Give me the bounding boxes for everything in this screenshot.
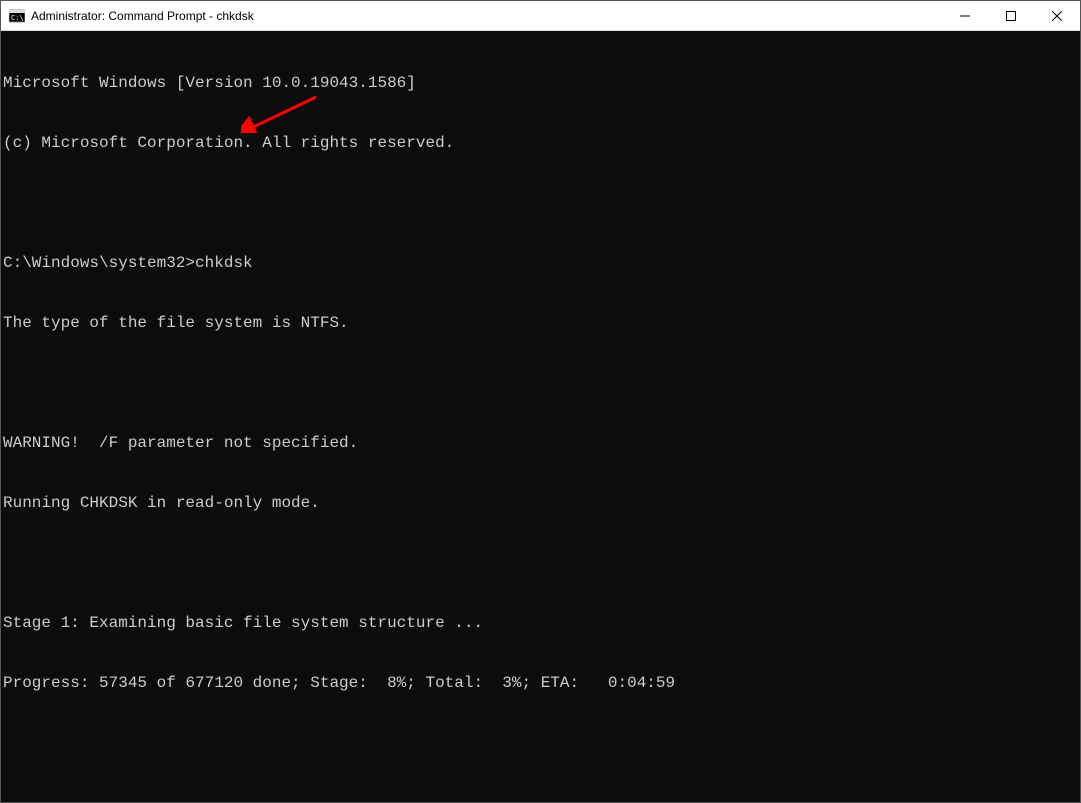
terminal-line: Stage 1: Examining basic file system str… xyxy=(3,613,1078,633)
window-title: Administrator: Command Prompt - chkdsk xyxy=(31,9,254,23)
terminal-line: Progress: 57345 of 677120 done; Stage: 8… xyxy=(3,673,1078,693)
terminal-line: The type of the file system is NTFS. xyxy=(3,313,1078,333)
close-button[interactable] xyxy=(1034,1,1080,30)
minimize-button[interactable] xyxy=(942,1,988,30)
terminal-line xyxy=(3,553,1078,573)
terminal-output[interactable]: Microsoft Windows [Version 10.0.19043.15… xyxy=(1,31,1080,802)
titlebar[interactable]: C:\ Administrator: Command Prompt - chkd… xyxy=(1,1,1080,31)
titlebar-left: C:\ Administrator: Command Prompt - chkd… xyxy=(9,8,254,24)
terminal-line: C:\Windows\system32>chkdsk xyxy=(3,253,1078,273)
terminal-line: Running CHKDSK in read-only mode. xyxy=(3,493,1078,513)
terminal-line: WARNING! /F parameter not specified. xyxy=(3,433,1078,453)
maximize-button[interactable] xyxy=(988,1,1034,30)
terminal-line xyxy=(3,193,1078,213)
window-controls xyxy=(942,1,1080,30)
terminal-line xyxy=(3,373,1078,393)
terminal-line: (c) Microsoft Corporation. All rights re… xyxy=(3,133,1078,153)
annotation-arrow-icon xyxy=(241,93,321,133)
terminal-line: Microsoft Windows [Version 10.0.19043.15… xyxy=(3,73,1078,93)
command-prompt-window: C:\ Administrator: Command Prompt - chkd… xyxy=(0,0,1081,803)
svg-text:C:\: C:\ xyxy=(11,14,24,22)
command-prompt-icon: C:\ xyxy=(9,8,25,24)
